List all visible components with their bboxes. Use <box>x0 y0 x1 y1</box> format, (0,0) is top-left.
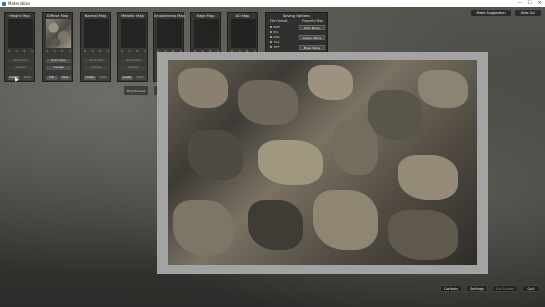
preview-button[interactable]: Preview <box>8 66 33 70</box>
format-bmp-radio[interactable]: BMP <box>270 25 280 29</box>
material-preview[interactable] <box>168 60 477 265</box>
diffuse-map-panel: Diffuse Map RGBA Quick Save Preview Edit… <box>42 12 73 82</box>
format-tga-radio[interactable]: TGA <box>270 40 280 44</box>
quick-save-button[interactable]: Quick Save <box>84 59 109 63</box>
smoothness-map-thumbnail[interactable] <box>157 19 182 48</box>
saving-options-title: Saving Options <box>282 14 311 18</box>
metallic-map-thumbnail[interactable] <box>121 19 146 48</box>
make-suggestion-button[interactable]: Make Suggestion <box>471 10 511 16</box>
format-tiff-radio[interactable]: TIFF <box>270 45 280 49</box>
settings-button[interactable]: Settings <box>466 285 488 292</box>
post-process-button[interactable]: Post Process <box>124 86 148 95</box>
create-button[interactable]: Create <box>121 76 133 80</box>
channel-toggles[interactable]: RGBA <box>8 50 33 53</box>
quick-save-button[interactable]: Quick Save <box>46 59 71 63</box>
maximize-button[interactable]: ☐ <box>525 1 534 7</box>
edit-button[interactable]: Edit <box>46 76 58 80</box>
paste-button[interactable]: Paste <box>21 76 33 80</box>
preview-button[interactable]: Preview <box>84 66 109 70</box>
height-map-panel: Height Map RGBA Quick Save Preview Creat… <box>4 12 35 82</box>
window-title: Materialize <box>8 1 30 7</box>
quick-save-button[interactable]: Quick Save <box>8 59 33 63</box>
normal-map-thumbnail[interactable] <box>84 19 109 48</box>
format-jpg-radio[interactable]: JPG <box>270 30 278 34</box>
hide-gui-button[interactable]: Hide Gui <box>515 10 541 16</box>
property-map-label: Property Map <box>302 19 324 23</box>
panel-label: Diffuse Map <box>46 14 69 18</box>
controls-button[interactable]: Controls <box>440 285 462 292</box>
preview-button[interactable]: Preview <box>46 66 71 70</box>
create-button[interactable]: Create <box>84 76 96 80</box>
green-channel-button[interactable]: Green: None <box>299 35 325 40</box>
blue-channel-button[interactable]: Blue: None <box>299 45 325 50</box>
panel-label: AO Map <box>235 14 250 18</box>
panel-label: Edge Map <box>196 14 215 18</box>
format-png-radio[interactable]: PNG <box>270 35 280 39</box>
channel-toggles[interactable]: RGBA <box>84 50 109 53</box>
panel-label: Height Map <box>9 14 30 18</box>
quick-save-button[interactable]: Quick Save <box>121 59 146 63</box>
ao-map-thumbnail[interactable] <box>231 19 256 48</box>
height-map-thumbnail[interactable] <box>8 19 33 48</box>
panel-label: Metallic Map <box>121 14 144 18</box>
app-icon <box>2 1 6 6</box>
panel-label: Normal Map <box>84 14 107 18</box>
diffuse-map-thumbnail[interactable] <box>46 19 71 48</box>
file-format-label: File Format <box>270 19 288 23</box>
full-screen-button[interactable]: Full Screen <box>492 285 518 292</box>
title-bar: Materialize — ☐ ✕ <box>0 0 545 7</box>
minimize-button[interactable]: — <box>515 1 524 7</box>
close-button[interactable]: ✕ <box>535 1 544 7</box>
preview-button[interactable]: Preview <box>121 66 146 70</box>
edge-map-thumbnail[interactable] <box>194 19 219 48</box>
paste-button[interactable]: Paste <box>97 76 109 80</box>
metallic-map-panel: Metallic Map RGBA Quick Save Preview Cre… <box>117 12 148 82</box>
channel-toggles[interactable]: RGBA <box>121 50 146 53</box>
channel-toggles[interactable]: RGBA <box>46 50 71 53</box>
paste-button[interactable]: Paste <box>134 76 146 80</box>
quit-button[interactable]: Quit <box>522 285 540 292</box>
panel-label: Smoothness Map <box>154 14 185 18</box>
red-channel-button[interactable]: Red: None <box>299 25 325 30</box>
clear-button[interactable]: Clear <box>59 76 71 80</box>
normal-map-panel: Normal Map RGBA Quick Save Preview Creat… <box>80 12 111 82</box>
